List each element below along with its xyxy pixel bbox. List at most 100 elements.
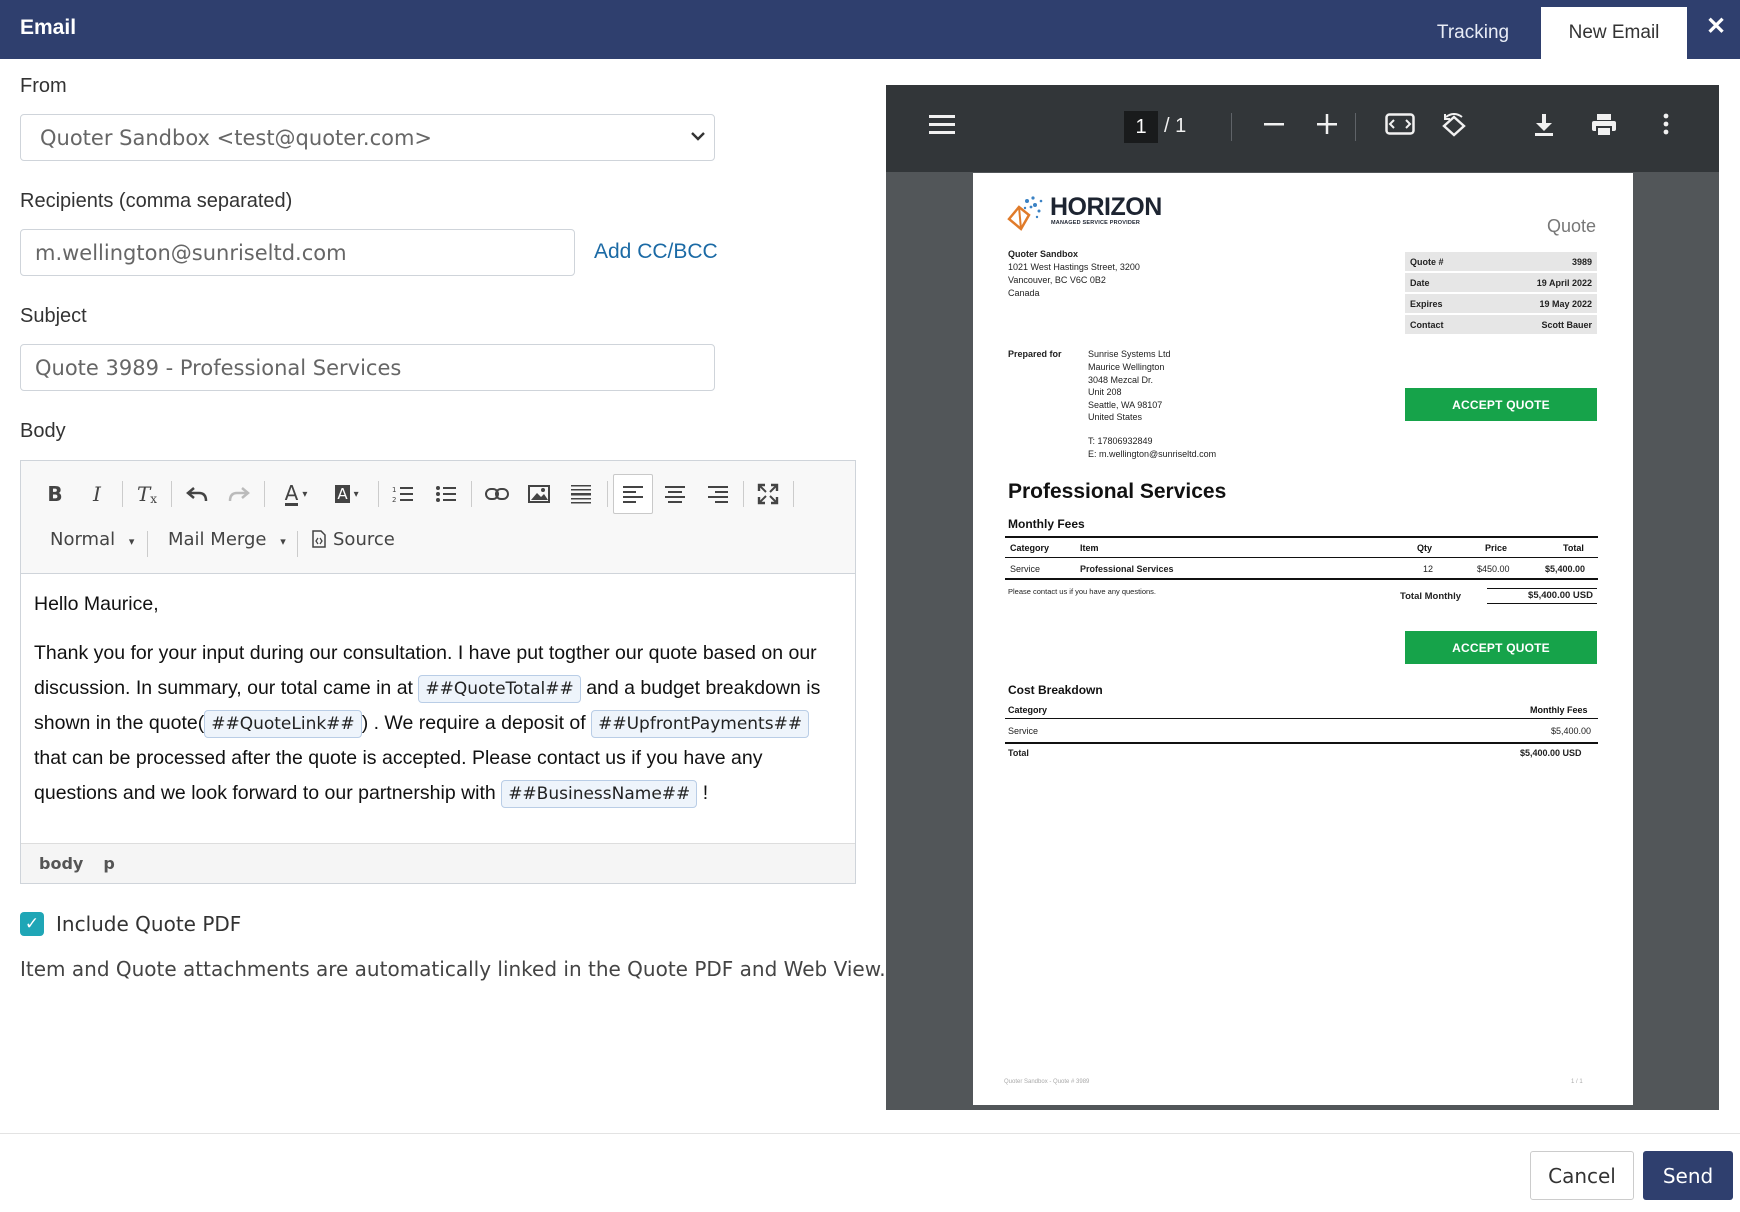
meta-row-quote: Quote #3989 bbox=[1405, 252, 1597, 271]
doc-type: Quote bbox=[1547, 216, 1597, 236]
include-pdf-checkbox[interactable]: ✓ bbox=[20, 912, 44, 936]
client-line: Seattle, WA 98107 bbox=[1088, 400, 1163, 410]
align-right-icon[interactable] bbox=[700, 477, 736, 511]
add-cc-bcc-link[interactable]: Add CC/BCC bbox=[594, 240, 718, 264]
client-line: 3048 Mezcal Dr. bbox=[1088, 375, 1154, 385]
editor-content[interactable]: Hello Maurice, Thank you for your input … bbox=[34, 587, 844, 825]
mail-merge-value: Mail Merge bbox=[168, 529, 267, 550]
col-item: Item bbox=[1080, 543, 1099, 553]
svg-text:1: 1 bbox=[392, 486, 396, 494]
client-line: United States bbox=[1088, 412, 1143, 422]
logo-tagline: MANAGED SERVICE PROVIDER bbox=[1051, 220, 1141, 226]
section-title: Professional Services bbox=[1008, 480, 1227, 503]
client-line: Unit 208 bbox=[1088, 387, 1122, 397]
remove-format-icon[interactable]: Tx bbox=[129, 477, 165, 511]
numbered-list-icon[interactable]: 12 bbox=[385, 477, 421, 511]
cb-col-monthly: Monthly Fees bbox=[1530, 705, 1588, 715]
body-paragraph: Thank you for your input during our cons… bbox=[34, 636, 844, 811]
body-editor: B I Tx A ▾ A ▾ 12 Normal ▾ Mail Merge ▾ … bbox=[20, 460, 856, 884]
path-p[interactable]: p bbox=[103, 854, 114, 873]
cell-category: Service bbox=[1010, 564, 1041, 574]
accept-quote-button[interactable]: ACCEPT QUOTE bbox=[1405, 631, 1597, 664]
source-label: Source bbox=[333, 529, 395, 550]
greeting: Hello Maurice, bbox=[34, 593, 159, 615]
col-total: Total bbox=[1563, 543, 1584, 553]
col-category: Category bbox=[1010, 543, 1050, 553]
maximize-icon[interactable] bbox=[750, 477, 786, 511]
close-icon[interactable]: ✕ bbox=[1706, 12, 1726, 41]
pdf-viewer: 1 / 1 HORIZON MANAGED SERVICE PROVIDER Q… bbox=[886, 85, 1719, 1110]
background-color-icon[interactable]: A ▾ bbox=[324, 477, 370, 511]
link-icon[interactable] bbox=[479, 477, 515, 511]
from-value: Quoter Sandbox <test@quoter.com> bbox=[40, 125, 433, 150]
merge-tag-quote-link[interactable]: ##QuoteLink## bbox=[204, 710, 362, 738]
pdf-page: HORIZON MANAGED SERVICE PROVIDER Quote Q… bbox=[973, 173, 1633, 1105]
client-line: Sunrise Systems Ltd bbox=[1088, 349, 1171, 359]
meta-row-expires: Expires 19 May 2022 bbox=[1405, 294, 1597, 313]
cb-col-category: Category bbox=[1008, 705, 1048, 715]
cb-total-label: Total bbox=[1008, 748, 1029, 758]
italic-icon[interactable]: I bbox=[79, 477, 115, 511]
meta-row-date: Date 19 April 2022 bbox=[1405, 273, 1597, 292]
editor-toolbar: B I Tx A ▾ A ▾ 12 Normal ▾ Mail Merge ▾ … bbox=[21, 461, 855, 574]
pdf-toolbar: 1 / 1 bbox=[886, 85, 1719, 172]
modal-title: Email bbox=[20, 16, 77, 39]
download-icon[interactable] bbox=[1526, 113, 1562, 144]
prepared-for-label: Prepared for bbox=[1008, 349, 1062, 359]
cell-total: $5,400.00 bbox=[1545, 564, 1586, 574]
zoom-in-icon[interactable] bbox=[1309, 113, 1345, 142]
page-total: / 1 bbox=[1164, 115, 1187, 137]
print-icon[interactable] bbox=[1586, 113, 1622, 144]
rotate-icon[interactable] bbox=[1436, 113, 1472, 146]
subject-input[interactable]: Quote 3989 - Professional Services bbox=[20, 344, 715, 391]
subject-label: Subject bbox=[20, 305, 87, 327]
footer-divider bbox=[0, 1133, 1740, 1134]
zoom-out-icon[interactable] bbox=[1256, 113, 1292, 142]
undo-icon[interactable] bbox=[179, 477, 215, 511]
recipients-input[interactable]: m.wellington@sunriseltd.com bbox=[20, 229, 575, 276]
merge-tag-quote-total[interactable]: ##QuoteTotal## bbox=[418, 675, 581, 703]
body-label: Body bbox=[20, 420, 66, 442]
contact-note: Please contact us if you have any questi… bbox=[1008, 587, 1157, 596]
mail-merge-select[interactable]: Mail Merge ▾ bbox=[168, 529, 286, 550]
accept-quote-button[interactable]: ACCEPT QUOTE bbox=[1405, 388, 1597, 421]
modal-header: Email Tracking New Email ✕ bbox=[0, 0, 1740, 59]
merge-tag-business-name[interactable]: ##BusinessName## bbox=[501, 780, 698, 808]
tab-new-email[interactable]: New Email bbox=[1541, 7, 1687, 59]
col-price: Price bbox=[1485, 543, 1508, 553]
text-color-icon[interactable]: A ▾ bbox=[273, 477, 319, 511]
cancel-button[interactable]: Cancel bbox=[1530, 1151, 1634, 1200]
source-button[interactable]: Source bbox=[311, 529, 395, 550]
cell-price: $450.00 bbox=[1477, 564, 1510, 574]
total-monthly-label: Total Monthly bbox=[1400, 591, 1462, 602]
page-number-input[interactable]: 1 bbox=[1124, 111, 1158, 143]
from-select[interactable]: Quoter Sandbox <test@quoter.com> bbox=[20, 114, 715, 161]
fit-page-icon[interactable] bbox=[1382, 113, 1418, 142]
path-body[interactable]: body bbox=[39, 854, 83, 873]
align-center-icon[interactable] bbox=[657, 477, 693, 511]
redo-icon[interactable] bbox=[221, 477, 257, 511]
bulleted-list-icon[interactable] bbox=[428, 477, 464, 511]
client-line: Maurice Wellington bbox=[1088, 362, 1165, 372]
image-icon[interactable] bbox=[521, 477, 557, 511]
from-label: From bbox=[20, 75, 67, 97]
client-email: E: m.wellington@sunriseltd.com bbox=[1088, 449, 1217, 459]
sender-line: Vancouver, BC V6C 0B2 bbox=[1008, 275, 1106, 285]
recipients-label: Recipients (comma separated) bbox=[20, 190, 293, 212]
bold-icon[interactable]: B bbox=[37, 477, 73, 511]
align-left-icon[interactable] bbox=[613, 474, 653, 514]
meta-row-contact: Contact Scott Bauer bbox=[1405, 315, 1597, 334]
horizontal-line-icon[interactable] bbox=[563, 477, 599, 511]
tab-tracking[interactable]: Tracking bbox=[1418, 7, 1528, 59]
more-icon[interactable] bbox=[1648, 113, 1684, 142]
cb-cell-value: $5,400.00 bbox=[1551, 726, 1592, 736]
send-button[interactable]: Send bbox=[1643, 1151, 1733, 1200]
cost-breakdown-title: Cost Breakdown bbox=[1008, 683, 1103, 697]
monthly-fees-title: Monthly Fees bbox=[1008, 517, 1085, 531]
sender-line: Quoter Sandbox bbox=[1008, 249, 1079, 259]
col-qty: Qty bbox=[1417, 543, 1433, 553]
format-select[interactable]: Normal ▾ bbox=[50, 529, 134, 550]
merge-tag-upfront-payments[interactable]: ##UpfrontPayments## bbox=[591, 710, 810, 738]
client-phone: T: 17806932849 bbox=[1088, 436, 1153, 446]
menu-icon[interactable] bbox=[924, 113, 960, 142]
